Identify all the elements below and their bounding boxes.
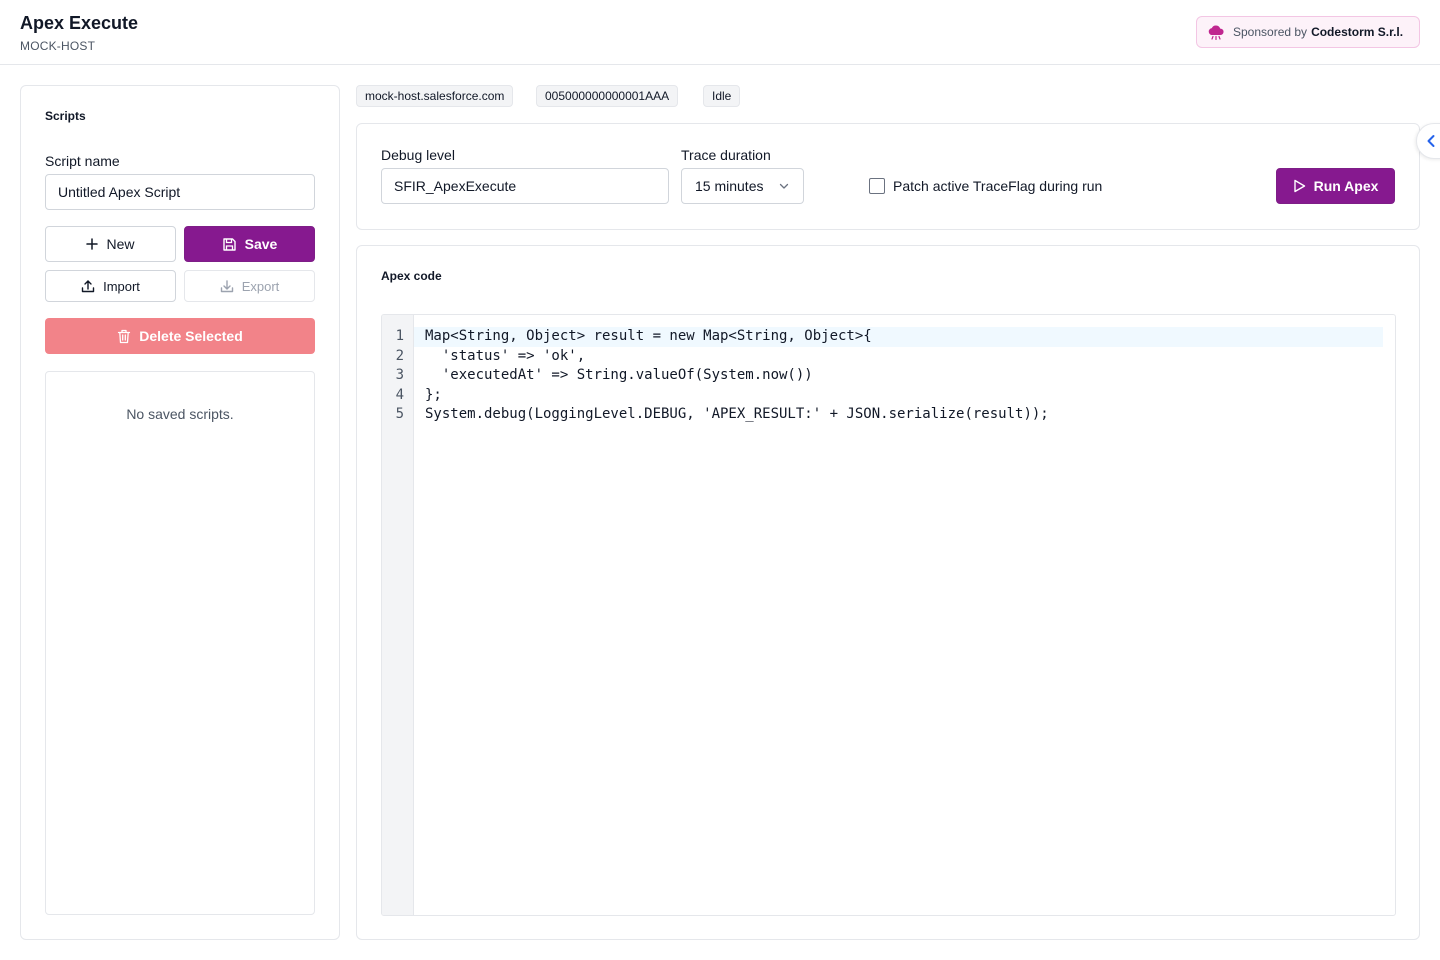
trace-duration-value: 15 minutes [695, 178, 764, 194]
trace-duration-select[interactable]: 15 minutes [681, 168, 804, 204]
sponsor-badge[interactable]: Sponsored by Codestorm S.r.l. [1196, 16, 1420, 48]
chevron-left-icon [1427, 135, 1435, 147]
save-button-label: Save [244, 236, 278, 252]
scripts-panel: Scripts Script name New Save Import Expo… [20, 85, 340, 940]
run-apex-label: Run Apex [1313, 178, 1379, 194]
import-button-label: Import [103, 278, 140, 294]
script-name-input[interactable] [45, 174, 315, 210]
line-number: 3 [395, 367, 404, 383]
debug-level-input[interactable] [381, 168, 669, 204]
app-header: Apex Execute MOCK-HOST Sponsored by Code… [0, 0, 1440, 65]
apex-code-heading: Apex code [381, 269, 442, 283]
patch-traceflag-label: Patch active TraceFlag during run [893, 178, 1103, 194]
scripts-heading: Scripts [45, 109, 86, 123]
delete-button-label: Delete Selected [139, 328, 243, 344]
user-id-badge: 005000000000001AAA [536, 85, 679, 107]
new-script-button[interactable]: New [45, 226, 176, 262]
chevron-down-icon [779, 183, 789, 189]
download-icon [220, 280, 233, 293]
new-button-label: New [106, 236, 135, 252]
code-line: System.debug(LoggingLevel.DEBUG, 'APEX_R… [425, 406, 1049, 422]
code-line: Map<String, Object> result = new Map<Str… [425, 328, 872, 344]
code-line: 'executedAt' => String.valueOf(System.no… [425, 367, 813, 383]
trace-duration-label: Trace duration [681, 147, 771, 163]
code-editor[interactable]: 1 2 3 4 5 Map<String, Object> result = n… [381, 314, 1396, 916]
debug-level-label: Debug level [381, 147, 455, 163]
cloud-icon [1208, 25, 1224, 40]
save-icon [222, 237, 236, 251]
script-name-label: Script name [45, 153, 120, 169]
run-apex-button[interactable]: Run Apex [1276, 168, 1395, 204]
sponsor-company: Codestorm S.r.l. [1311, 25, 1404, 39]
line-number: 2 [395, 347, 404, 364]
patch-traceflag-checkbox[interactable] [869, 178, 885, 194]
apex-code-panel: Apex code 1 2 3 4 5 Map<String, Object> … [356, 245, 1420, 940]
upload-icon [81, 280, 95, 293]
empty-scripts-message: No saved scripts. [126, 406, 234, 422]
line-number: 4 [395, 386, 404, 403]
trash-icon [118, 329, 131, 343]
org-host-label: MOCK-HOST [20, 39, 96, 53]
line-number: 5 [395, 406, 404, 422]
plus-icon [86, 238, 99, 250]
saved-scripts-list: No saved scripts. [45, 371, 315, 915]
import-button[interactable]: Import [45, 270, 176, 302]
host-badge: mock-host.salesforce.com [356, 85, 514, 107]
code-line: }; [425, 386, 442, 403]
code-line: 'status' => 'ok', [425, 347, 586, 364]
export-button-label: Export [241, 278, 280, 294]
play-icon [1293, 179, 1305, 193]
export-button[interactable]: Export [184, 270, 315, 302]
save-script-button[interactable]: Save [184, 226, 315, 262]
app-title: Apex Execute [20, 13, 139, 33]
delete-selected-button[interactable]: Delete Selected [45, 318, 315, 354]
line-number: 1 [395, 328, 404, 344]
run-settings-panel: Debug level Trace duration 15 minutes Pa… [356, 123, 1420, 230]
sponsor-prefix: Sponsored by [1233, 25, 1308, 39]
status-badge: Idle [703, 85, 741, 107]
